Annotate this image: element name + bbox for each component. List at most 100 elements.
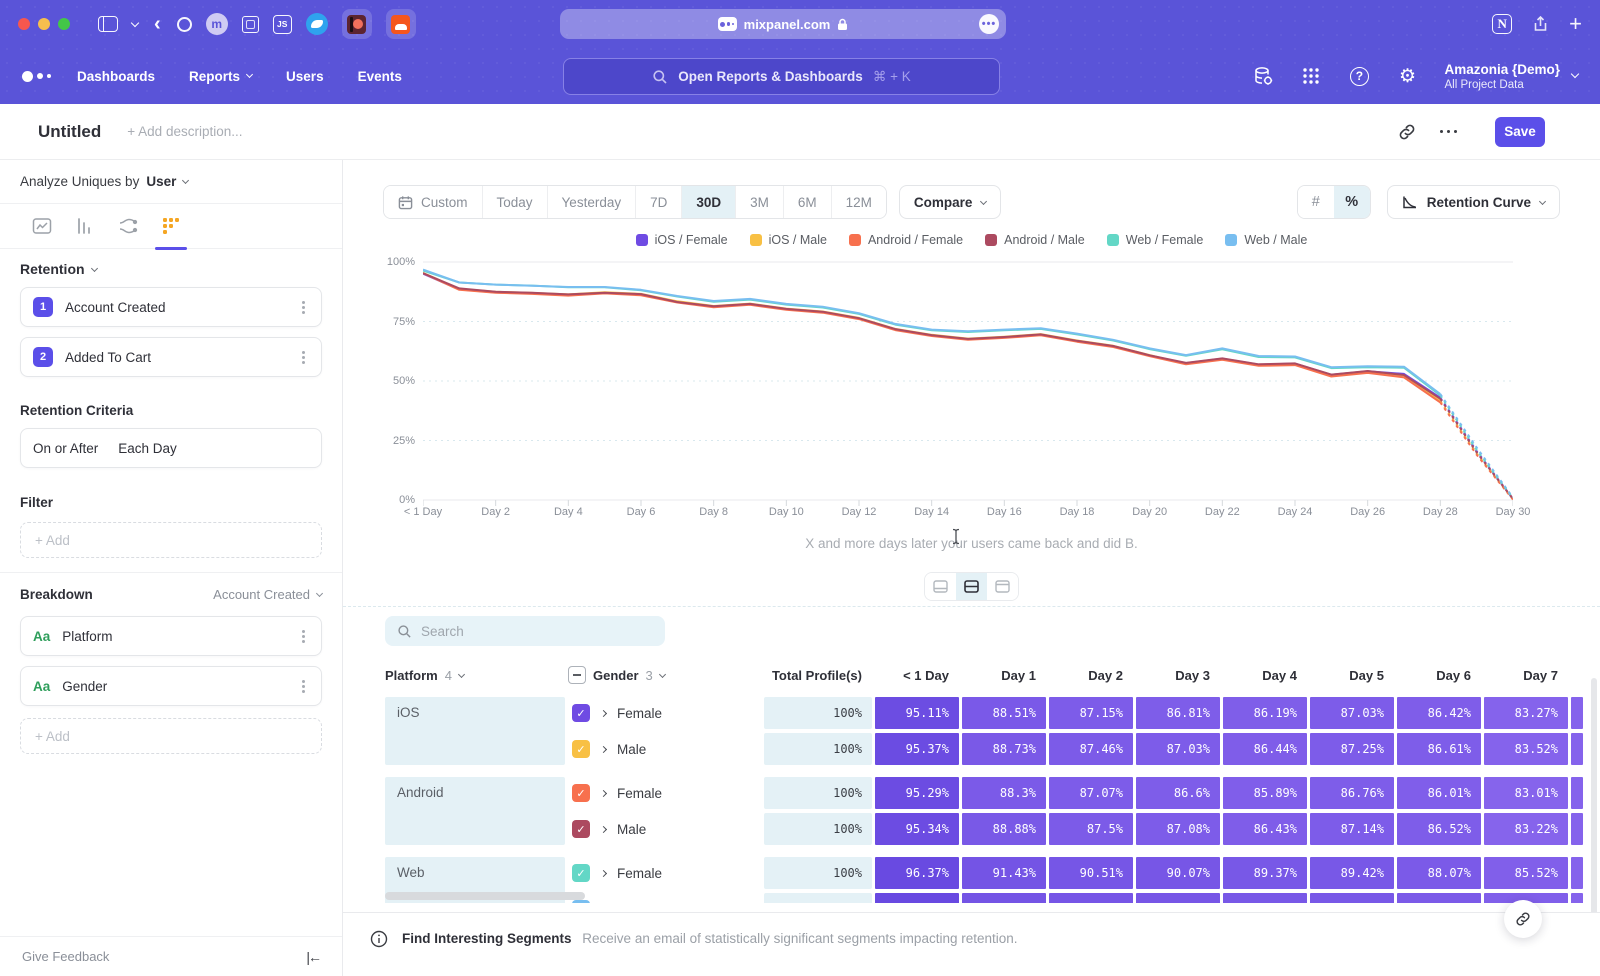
url-more-button[interactable]: ••• bbox=[979, 14, 999, 34]
retention-value-cell[interactable]: 86.61% bbox=[1397, 733, 1481, 765]
gender-cell[interactable]: ✓Female bbox=[568, 857, 761, 889]
range-button-3m[interactable]: 3M bbox=[735, 186, 783, 218]
back-icon[interactable]: ‹ bbox=[154, 14, 161, 34]
more-options-icon[interactable] bbox=[1440, 130, 1458, 134]
minimize-window-button[interactable] bbox=[38, 18, 50, 30]
retention-value-cell[interactable]: 85.52% bbox=[1484, 857, 1568, 889]
retention-value-cell[interactable]: 91.43% bbox=[962, 857, 1046, 889]
retention-value-cell[interactable]: 89.48% bbox=[1223, 893, 1307, 903]
series-checkbox[interactable]: ✓ bbox=[572, 704, 590, 722]
nav-item-dashboards[interactable]: Dashboards bbox=[77, 69, 155, 84]
new-tab-icon[interactable]: + bbox=[1569, 13, 1582, 35]
retention-value-cell[interactable]: 88.3% bbox=[962, 777, 1046, 809]
data-management-icon[interactable] bbox=[1252, 65, 1274, 87]
expand-row-icon[interactable] bbox=[600, 709, 607, 716]
retention-value-cell[interactable]: 86.44% bbox=[1223, 733, 1307, 765]
chart-type-dropdown[interactable]: Retention Curve bbox=[1387, 185, 1560, 219]
url-bar[interactable]: mixpanel.com ••• bbox=[560, 9, 1006, 39]
retention-value-cell[interactable]: 90.54% bbox=[1049, 893, 1133, 903]
retention-value-cell[interactable]: 85.89% bbox=[1223, 777, 1307, 809]
series-checkbox[interactable]: ✓ bbox=[572, 820, 590, 838]
legend-item[interactable]: Android / Female bbox=[849, 233, 963, 247]
retention-line-chart[interactable] bbox=[423, 258, 1513, 506]
range-button-yesterday[interactable]: Yesterday bbox=[547, 186, 636, 218]
series-line-ios-male[interactable] bbox=[423, 273, 1440, 401]
pinned-tab-ring-icon[interactable] bbox=[177, 17, 192, 32]
breakdown-platform[interactable]: Aa Platform bbox=[20, 616, 322, 656]
retention-value-cell[interactable]: 87.14% bbox=[1310, 813, 1394, 845]
pinned-tab-soundcloud[interactable] bbox=[386, 9, 416, 39]
split-view-button[interactable] bbox=[956, 573, 987, 600]
retention-value-cell[interactable]: 87.03% bbox=[1136, 733, 1220, 765]
more-options-icon[interactable] bbox=[302, 306, 305, 309]
more-options-icon[interactable] bbox=[302, 356, 305, 359]
tab-insights-icon[interactable] bbox=[32, 216, 52, 236]
platform-cell[interactable]: iOS bbox=[385, 697, 565, 765]
series-line-web-female[interactable] bbox=[423, 271, 1440, 396]
retention-value-cell[interactable]: 95.37% bbox=[875, 733, 959, 765]
retention-value-cell[interactable]: 87.08% bbox=[1136, 813, 1220, 845]
report-title[interactable]: Untitled bbox=[38, 122, 101, 142]
day-column-header[interactable]: Day 2 bbox=[1049, 668, 1133, 683]
retention-value-cell[interactable]: 86.43% bbox=[1223, 813, 1307, 845]
retention-value-cell[interactable]: 86.81% bbox=[1136, 697, 1220, 729]
series-line-web-male[interactable] bbox=[423, 270, 1440, 395]
segments-title[interactable]: Find Interesting Segments bbox=[402, 931, 572, 946]
table-search-input[interactable] bbox=[421, 624, 641, 639]
percent-toggle-button[interactable]: % bbox=[1334, 186, 1370, 218]
range-button-custom[interactable]: Custom bbox=[384, 186, 482, 218]
retention-value-cell[interactable]: 86.6% bbox=[1136, 777, 1220, 809]
more-options-icon[interactable] bbox=[302, 635, 305, 638]
retention-value-cell[interactable]: 90.01% bbox=[1136, 893, 1220, 903]
retention-section-label[interactable]: Retention bbox=[20, 261, 322, 277]
select-all-checkbox[interactable] bbox=[568, 666, 586, 684]
retention-value-cell[interactable]: 88.51% bbox=[962, 697, 1046, 729]
series-checkbox[interactable]: ✓ bbox=[572, 900, 590, 903]
retention-value-cell[interactable]: 88.88% bbox=[962, 813, 1046, 845]
retention-value-cell[interactable]: 87.5% bbox=[1049, 813, 1133, 845]
retention-value-cell[interactable]: 95.34% bbox=[875, 813, 959, 845]
add-filter-button[interactable]: + Add bbox=[20, 522, 322, 558]
retention-value-cell[interactable]: 86.01% bbox=[1397, 777, 1481, 809]
breakdown-gender[interactable]: Aa Gender bbox=[20, 666, 322, 706]
retention-value-cell[interactable]: 83.52% bbox=[1484, 733, 1568, 765]
retention-value-cell[interactable]: 87.25% bbox=[1310, 733, 1394, 765]
help-icon[interactable]: ? bbox=[1348, 65, 1370, 87]
gender-cell[interactable]: ✓Male bbox=[568, 893, 761, 903]
nav-item-users[interactable]: Users bbox=[286, 69, 324, 84]
copy-link-icon[interactable] bbox=[1398, 123, 1416, 141]
series-checkbox[interactable]: ✓ bbox=[572, 784, 590, 802]
retention-value-cell[interactable]: 87.46% bbox=[1049, 733, 1133, 765]
retention-value-cell[interactable]: 87.15% bbox=[1049, 697, 1133, 729]
expand-row-icon[interactable] bbox=[600, 745, 607, 752]
retention-value-cell[interactable]: 96.84% bbox=[875, 893, 959, 903]
retention-value-cell[interactable]: 88.34% bbox=[1397, 893, 1481, 903]
nav-item-events[interactable]: Events bbox=[358, 69, 402, 84]
legend-item[interactable]: Android / Male bbox=[985, 233, 1085, 247]
range-button-today[interactable]: Today bbox=[482, 186, 547, 218]
range-button-7d[interactable]: 7D bbox=[635, 186, 681, 218]
retention-value-cell[interactable]: 88.73% bbox=[962, 733, 1046, 765]
day-column-header[interactable]: Day 3 bbox=[1136, 668, 1220, 683]
analyze-row[interactable]: Analyze Uniques by User bbox=[0, 160, 342, 204]
day-column-header[interactable]: Day 4 bbox=[1223, 668, 1307, 683]
range-button-6m[interactable]: 6M bbox=[783, 186, 831, 218]
org-switcher[interactable]: Amazonia {Demo} All Project Data bbox=[1444, 61, 1578, 91]
expand-row-icon[interactable] bbox=[600, 789, 607, 796]
pinned-tab-bird-icon[interactable] bbox=[306, 13, 328, 35]
nav-item-reports[interactable]: Reports bbox=[189, 69, 252, 84]
close-window-button[interactable] bbox=[18, 18, 30, 30]
gender-cell[interactable]: ✓Female bbox=[568, 777, 761, 809]
legend-item[interactable]: iOS / Female bbox=[636, 233, 728, 247]
pinned-tab-cube-icon[interactable] bbox=[242, 16, 259, 33]
series-line-web-male[interactable] bbox=[1440, 394, 1513, 498]
retention-value-cell[interactable]: 88.07% bbox=[1397, 857, 1481, 889]
settings-gear-icon[interactable]: ⚙ bbox=[1396, 65, 1418, 87]
day-column-header[interactable]: Day 6 bbox=[1397, 668, 1481, 683]
horizontal-scrollbar[interactable] bbox=[385, 892, 585, 900]
analyze-value[interactable]: User bbox=[146, 174, 176, 189]
breakdown-scope-dropdown[interactable]: Account Created bbox=[213, 587, 322, 602]
compare-button[interactable]: Compare bbox=[899, 185, 1002, 219]
retention-value-cell[interactable]: 87.07% bbox=[1049, 777, 1133, 809]
gender-cell[interactable]: ✓Male bbox=[568, 733, 761, 765]
